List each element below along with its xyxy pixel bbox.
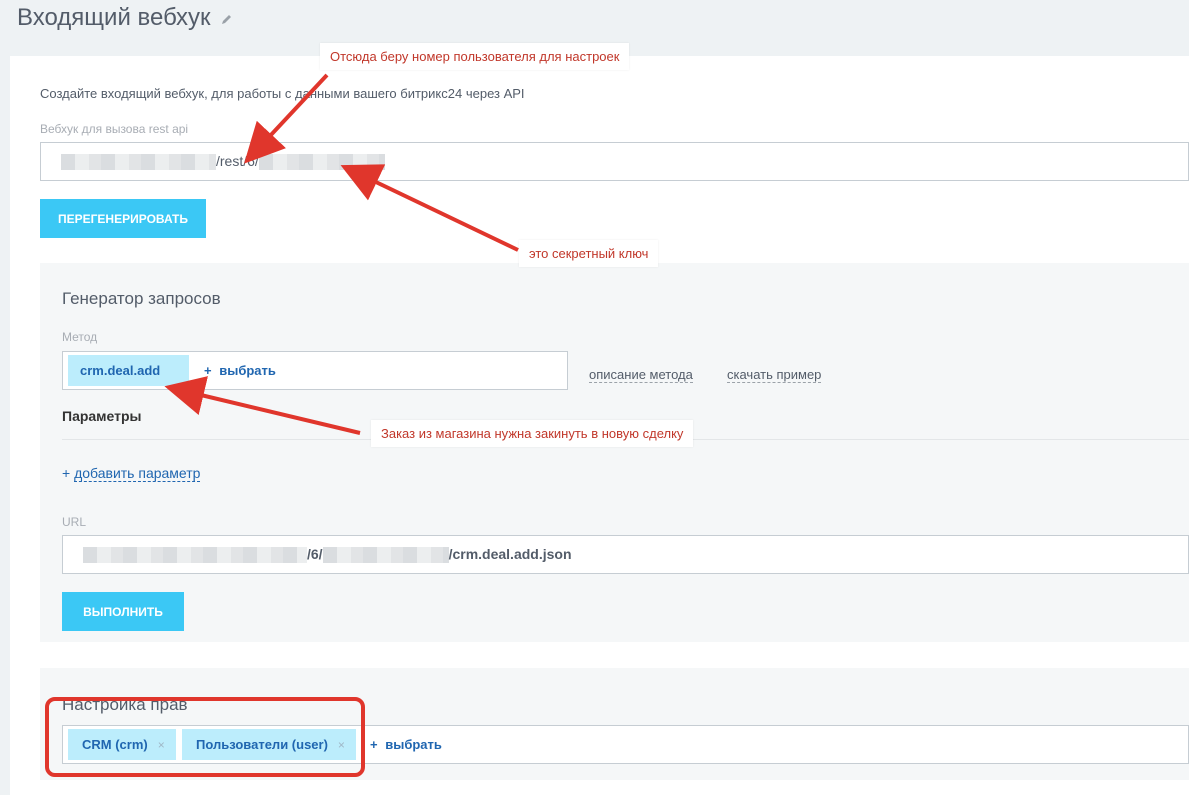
plus-icon: + xyxy=(62,465,71,481)
method-label: Метод xyxy=(62,330,98,344)
redacted-domain xyxy=(61,154,216,171)
permission-tag-user-label: Пользователи (user) xyxy=(196,737,328,752)
annotation-order-note: Заказ из магазина нужна закинуть в новую… xyxy=(371,420,694,447)
url-label: URL xyxy=(62,515,87,529)
redacted-domain xyxy=(83,547,307,564)
method-tag-label: crm.deal.add xyxy=(80,363,161,378)
method-tag[interactable]: crm.deal.add xyxy=(68,355,189,386)
webhook-description: Создайте входящий вебхук, для работы с д… xyxy=(40,86,525,101)
method-select-label: выбрать xyxy=(219,363,276,378)
permissions-section: Настройка прав CRM (crm) × Пользователи … xyxy=(40,668,1189,780)
download-example-link[interactable]: скачать пример xyxy=(727,366,822,384)
generator-title: Генератор запросов xyxy=(62,289,221,308)
add-parameter-text: добавить параметр xyxy=(74,465,201,482)
redacted-secret-key xyxy=(258,154,385,171)
remove-tag-icon[interactable]: × xyxy=(338,738,345,752)
method-select-link[interactable]: + выбрать xyxy=(204,363,276,378)
regenerate-button[interactable]: ПЕРЕГЕНЕРИРОВАТЬ xyxy=(40,199,206,238)
permissions-selector[interactable]: CRM (crm) × Пользователи (user) × + выбр… xyxy=(62,725,1189,764)
method-selector[interactable]: crm.deal.add + выбрать xyxy=(62,351,568,390)
redacted-secret-key xyxy=(322,547,449,564)
plus-icon: + xyxy=(204,363,212,378)
method-description-link[interactable]: описание метода xyxy=(589,366,693,384)
webhook-url-label: Вебхук для вызова rest api xyxy=(40,122,189,136)
request-generator-section: Генератор запросов Метод crm.deal.add + … xyxy=(40,263,1189,642)
permission-tag-crm[interactable]: CRM (crm) × xyxy=(68,729,176,760)
execute-button[interactable]: ВЫПОЛНИТЬ xyxy=(62,592,184,631)
request-url-part-2: /crm.deal.add.json xyxy=(448,546,572,562)
permissions-select-link[interactable]: + выбрать xyxy=(370,737,442,752)
download-example-text: скачать пример xyxy=(727,367,822,383)
edit-pencil-icon[interactable] xyxy=(221,4,233,32)
remove-tag-icon[interactable]: × xyxy=(158,738,165,752)
annotation-user-number: Отсюда беру номер пользователя для настр… xyxy=(320,43,630,70)
request-url-part-1: /6/ xyxy=(307,546,323,562)
annotation-secret-key: это секретный ключ xyxy=(519,240,659,267)
page-title-text: Входящий вебхук xyxy=(17,4,211,31)
permissions-title: Настройка прав xyxy=(62,695,188,714)
request-url-field[interactable]: /6/ /crm.deal.add.json xyxy=(62,535,1189,574)
permission-tag-user[interactable]: Пользователи (user) × xyxy=(182,729,356,760)
add-parameter-link[interactable]: + добавить параметр xyxy=(62,465,201,482)
permissions-select-label: выбрать xyxy=(385,737,442,752)
page-title: Входящий вебхук xyxy=(17,4,233,32)
permission-tag-crm-label: CRM (crm) xyxy=(82,737,148,752)
method-description-text: описание метода xyxy=(589,367,693,383)
plus-icon: + xyxy=(370,737,378,752)
webhook-url-path: /rest/6/ xyxy=(216,153,259,169)
webhook-url-field[interactable]: /rest/6/ xyxy=(40,142,1189,181)
parameters-title: Параметры xyxy=(62,408,142,424)
